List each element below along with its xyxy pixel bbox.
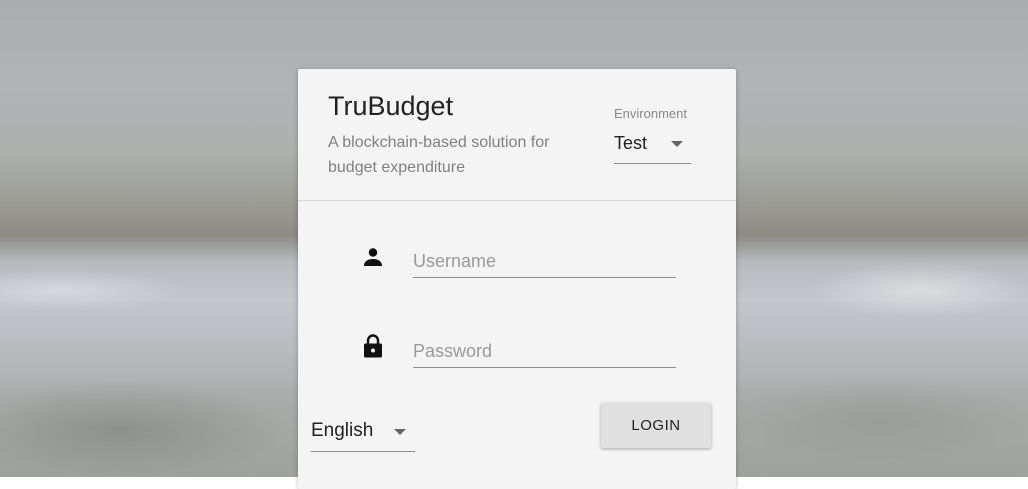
login-button[interactable]: LOGIN xyxy=(601,403,711,448)
chevron-down-icon xyxy=(394,429,406,435)
language-value: English xyxy=(311,420,374,441)
chevron-down-icon xyxy=(671,141,683,147)
login-card: TruBudget A blockchain-based solution fo… xyxy=(298,69,736,489)
environment-value: Test xyxy=(614,133,648,153)
username-field[interactable] xyxy=(413,245,676,278)
password-field[interactable] xyxy=(413,335,676,368)
lock-icon xyxy=(361,333,385,358)
password-input[interactable] xyxy=(413,335,676,367)
card-header: TruBudget A blockchain-based solution fo… xyxy=(298,69,736,201)
environment-label: Environment xyxy=(614,106,687,121)
person-icon xyxy=(361,245,385,269)
username-input[interactable] xyxy=(413,245,676,277)
app-title: TruBudget xyxy=(328,91,454,121)
app-subtitle: A blockchain-based solution for budget e… xyxy=(328,134,550,176)
environment-select[interactable]: Test xyxy=(614,129,691,164)
language-select[interactable]: English xyxy=(311,415,415,452)
